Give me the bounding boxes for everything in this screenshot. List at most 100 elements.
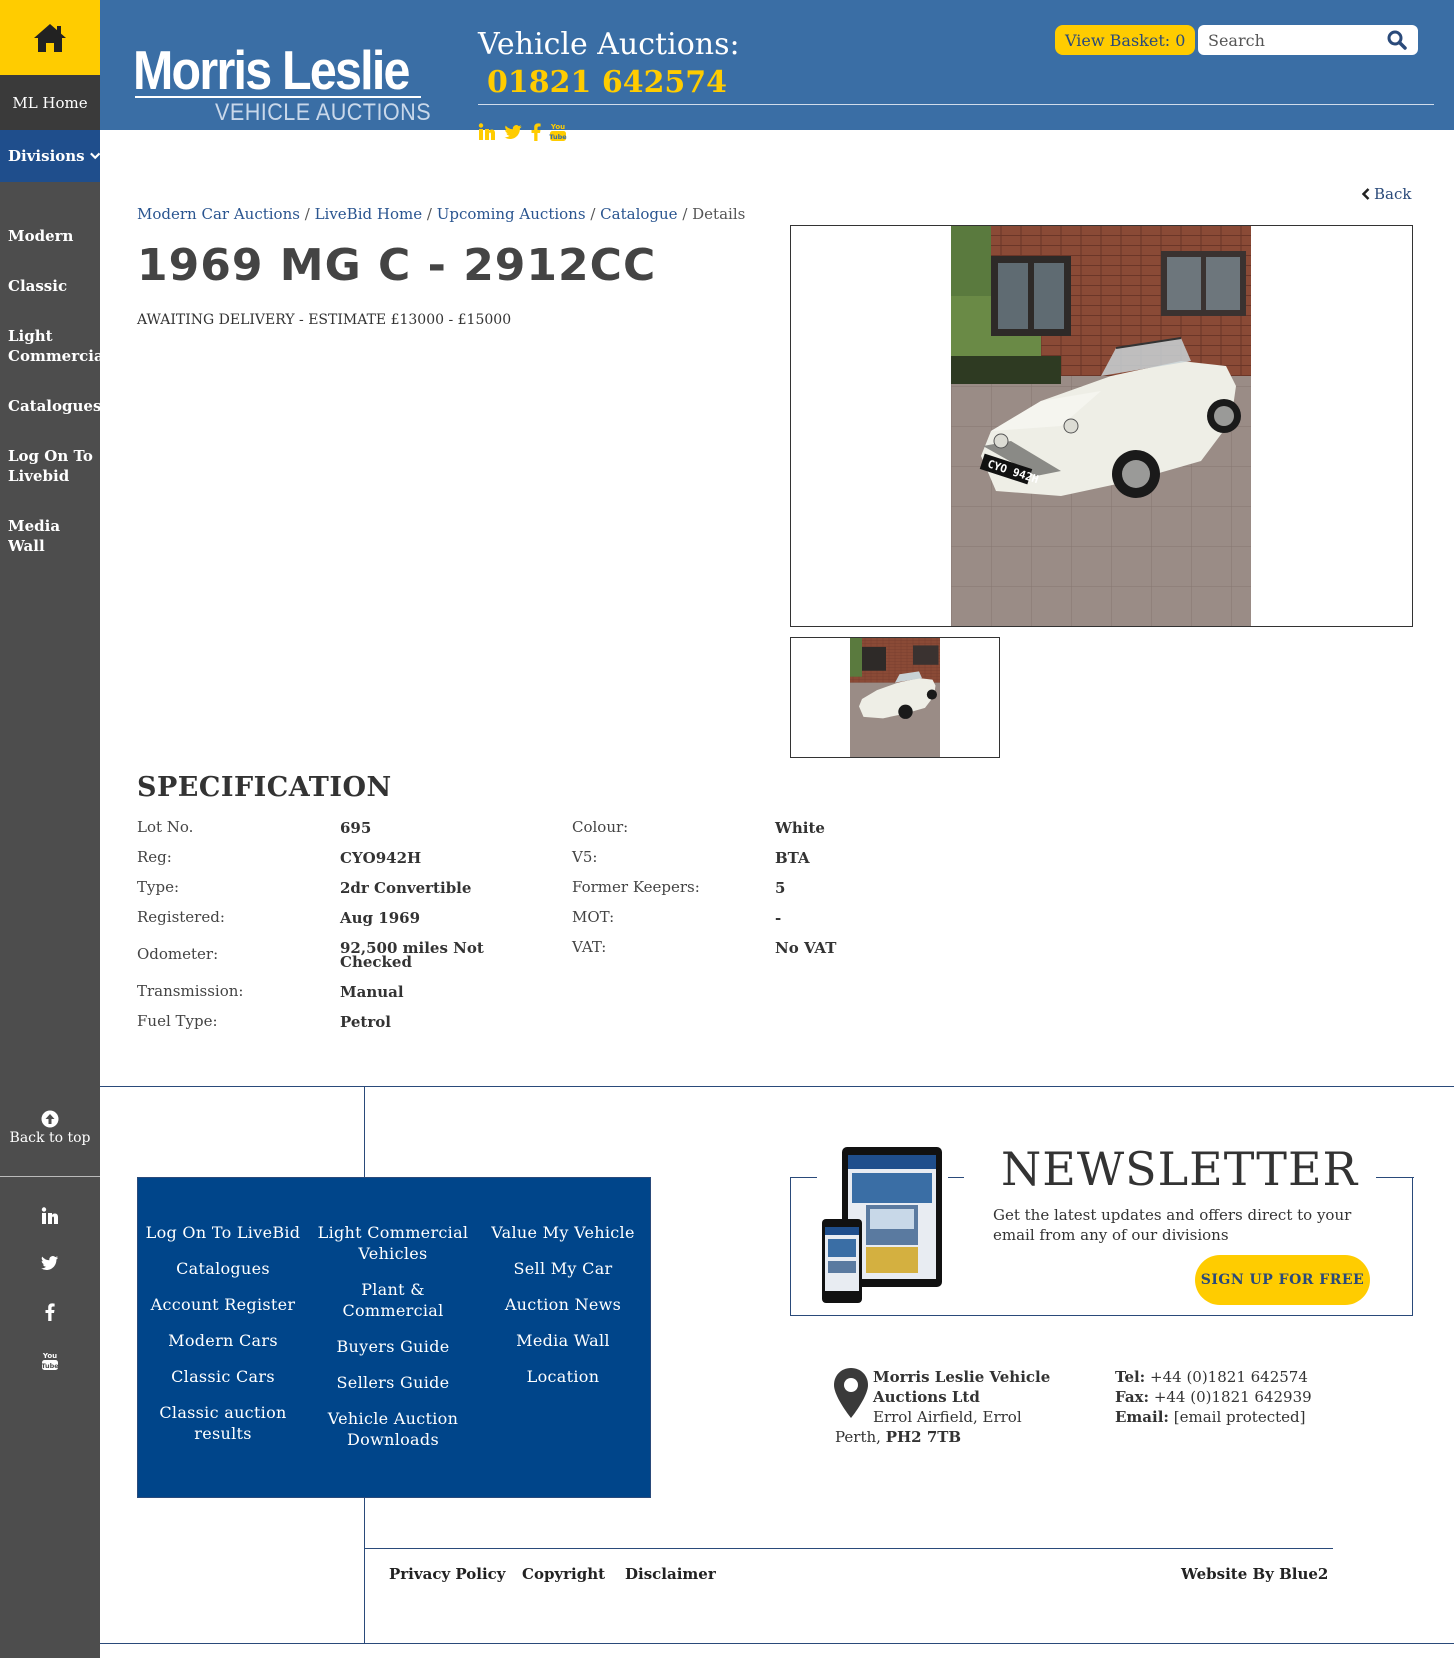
sidebar-twitter-link[interactable] xyxy=(0,1255,100,1271)
spec-value-registered: Aug 1969 xyxy=(340,909,421,927)
footer-link-media-wall[interactable]: Media Wall xyxy=(478,1330,648,1351)
spec-label: VAT: xyxy=(572,938,607,956)
home-button[interactable] xyxy=(0,0,100,75)
contact-tel: Tel: +44 (0)1821 642574 xyxy=(1115,1367,1312,1387)
basket-count: 0 xyxy=(1175,30,1186,50)
back-label: Back xyxy=(1374,185,1412,203)
vehicle-thumbnail[interactable] xyxy=(790,637,1000,758)
footer-link-value-vehicle[interactable]: Value My Vehicle xyxy=(478,1222,648,1243)
vehicle-main-image[interactable]: CYO 942H xyxy=(790,225,1413,627)
breadcrumb-upcoming-auctions[interactable]: Upcoming Auctions xyxy=(437,205,586,223)
privacy-policy-link[interactable]: Privacy Policy xyxy=(389,1565,506,1583)
ml-home-link[interactable]: ML Home xyxy=(0,75,100,130)
footer-link-account-register[interactable]: Account Register xyxy=(138,1294,308,1315)
spec-value-transmission: Manual xyxy=(340,983,404,1001)
arrow-up-circle-icon xyxy=(41,1110,59,1128)
spec-value-v5: BTA xyxy=(775,849,810,867)
spec-value-fuel: Petrol xyxy=(340,1013,391,1031)
sidebar-item-catalogues[interactable]: Catalogues xyxy=(8,396,100,416)
facebook-icon xyxy=(45,1303,55,1321)
footer-links-column: Value My Vehicle Sell My Car Auction New… xyxy=(478,1222,648,1402)
spec-label: MOT: xyxy=(572,908,615,926)
back-to-top-button[interactable]: Back to top xyxy=(0,1110,100,1146)
footer-link-buyers-guide[interactable]: Buyers Guide xyxy=(308,1336,478,1357)
copyright-link[interactable]: Copyright xyxy=(522,1565,605,1583)
website-credit-link[interactable]: Website By Blue2 xyxy=(1181,1565,1328,1583)
twitter-icon xyxy=(41,1256,58,1270)
spec-label: Colour: xyxy=(572,818,629,836)
footer-links: Log On To LiveBid Catalogues Account Reg… xyxy=(137,1177,651,1498)
view-basket-button[interactable]: View Basket: 0 xyxy=(1055,25,1196,55)
breadcrumb-separator: / xyxy=(304,205,310,223)
sidebar-item-light-commercial[interactable]: Light Commercial xyxy=(8,326,100,366)
fax-label: Fax: xyxy=(1115,1388,1150,1406)
sidebar-item-media-wall[interactable]: Media Wall xyxy=(8,516,100,556)
disclaimer-link[interactable]: Disclaimer xyxy=(625,1565,716,1583)
auction-phone[interactable]: 01821 642574 xyxy=(487,65,727,100)
sidebar-youtube-link[interactable]: You Tube xyxy=(0,1351,100,1371)
company-name: Morris Leslie Vehicle Auctions Ltd xyxy=(873,1368,1051,1406)
youtube-icon: You Tube xyxy=(41,1352,59,1370)
sidebar-item-classic[interactable]: Classic xyxy=(8,276,100,296)
email-value[interactable]: [email protected] xyxy=(1174,1408,1306,1426)
vehicle-thumbnail-photo xyxy=(850,638,940,757)
breadcrumb-catalogue[interactable]: Catalogue xyxy=(600,205,677,223)
footer-link-plant[interactable]: Plant & Commercial xyxy=(308,1279,478,1321)
sidebar-divider xyxy=(0,1176,100,1177)
breadcrumb: Modern Car Auctions / LiveBid Home / Upc… xyxy=(137,205,745,223)
contact-email: Email: [email protected] xyxy=(1115,1407,1312,1427)
newsletter-signup-button[interactable]: SIGN UP FOR FREE xyxy=(1195,1255,1370,1305)
breadcrumb-livebid-home[interactable]: LiveBid Home xyxy=(315,205,423,223)
sidebar: ML Home Divisions Modern Classic Light C… xyxy=(0,0,100,1658)
spec-value-odometer: 92,500 miles Not Checked xyxy=(340,939,484,971)
svg-text:Tube: Tube xyxy=(549,133,567,141)
spec-value-type: 2dr Convertible xyxy=(340,879,472,897)
spec-label: Fuel Type: xyxy=(137,1012,218,1030)
footer-link-catalogues[interactable]: Catalogues xyxy=(138,1258,308,1279)
newsletter-text: Get the latest updates and offers direct… xyxy=(993,1206,1352,1244)
search-input[interactable] xyxy=(1208,30,1383,50)
sidebar-item-modern[interactable]: Modern xyxy=(8,226,100,246)
sidebar-linkedin-link[interactable] xyxy=(0,1207,100,1225)
location-pin-icon xyxy=(834,1368,868,1418)
footer-link-downloads[interactable]: Vehicle Auction Downloads xyxy=(308,1408,478,1450)
search-icon[interactable] xyxy=(1387,30,1407,50)
breadcrumb-modern-car-auctions[interactable]: Modern Car Auctions xyxy=(137,205,300,223)
footer-link-modern-cars[interactable]: Modern Cars xyxy=(138,1330,308,1351)
footer-link-location[interactable]: Location xyxy=(478,1366,648,1387)
chevron-left-icon xyxy=(1362,188,1370,200)
devices-illustration xyxy=(822,1147,942,1303)
svg-text:You: You xyxy=(42,1352,57,1360)
spec-label: Transmission: xyxy=(137,982,244,1000)
tel-value[interactable]: +44 (0)1821 642574 xyxy=(1150,1368,1308,1386)
youtube-icon[interactable]: You Tube xyxy=(549,122,567,142)
spec-value-colour: White xyxy=(775,819,825,837)
footer-link-classic-results[interactable]: Classic auction results xyxy=(138,1402,308,1444)
spec-label: Registered: xyxy=(137,908,225,926)
footer-link-livebid[interactable]: Log On To LiveBid xyxy=(138,1222,308,1243)
auction-title: Vehicle Auctions: xyxy=(478,27,740,62)
spec-value-former-keepers: 5 xyxy=(775,879,786,897)
back-link[interactable]: Back xyxy=(1362,185,1411,203)
footer-bottom-divider xyxy=(100,1643,1454,1644)
facebook-icon[interactable] xyxy=(531,123,541,141)
footer-divider xyxy=(100,1086,1454,1087)
divisions-dropdown[interactable]: Divisions xyxy=(0,130,100,182)
footer-link-sellers-guide[interactable]: Sellers Guide xyxy=(308,1372,478,1393)
back-to-top-label: Back to top xyxy=(9,1130,91,1146)
footer-link-sell-car[interactable]: Sell My Car xyxy=(478,1258,648,1279)
footer-link-auction-news[interactable]: Auction News xyxy=(478,1294,648,1315)
email-label: Email: xyxy=(1115,1408,1169,1426)
svg-text:You: You xyxy=(550,123,565,131)
logo-wordmark[interactable]: Morris Leslie xyxy=(133,38,410,102)
fax-value: +44 (0)1821 642939 xyxy=(1153,1388,1312,1406)
estimate-text: AWAITING DELIVERY - ESTIMATE £13000 - £1… xyxy=(137,312,512,328)
contact-fax: Fax: +44 (0)1821 642939 xyxy=(1115,1387,1312,1407)
footer-link-lcv[interactable]: Light Commercial Vehicles xyxy=(308,1222,478,1264)
linkedin-icon[interactable] xyxy=(478,123,496,141)
spec-label: V5: xyxy=(572,848,598,866)
twitter-icon[interactable] xyxy=(504,124,523,140)
sidebar-facebook-link[interactable] xyxy=(0,1303,100,1321)
footer-link-classic-cars[interactable]: Classic Cars xyxy=(138,1366,308,1387)
sidebar-item-livebid[interactable]: Log On To Livebid xyxy=(8,446,100,486)
